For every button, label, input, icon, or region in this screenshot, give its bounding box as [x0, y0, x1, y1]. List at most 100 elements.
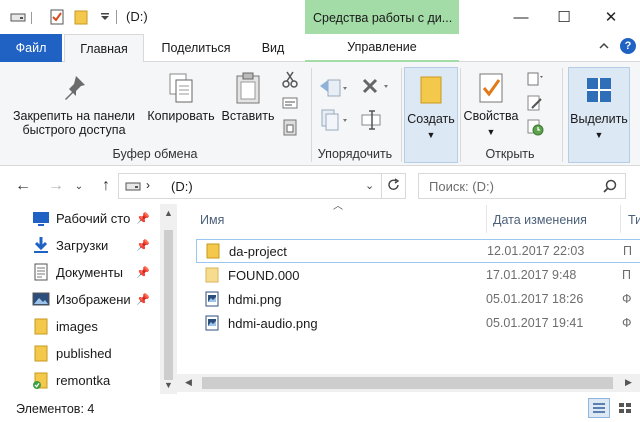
- folder-icon: [34, 345, 48, 362]
- properties-icon: [479, 73, 503, 103]
- group-separator: [460, 68, 461, 162]
- address-dropdown-icon[interactable]: ⌄: [365, 179, 374, 192]
- file-row[interactable]: hdmi-audio.png 05.01.2017 19:41 Ф: [196, 311, 640, 335]
- file-name: hdmi-audio.png: [228, 315, 318, 331]
- pin-icon: 📌: [136, 293, 150, 306]
- scroll-left-icon[interactable]: ◀: [185, 377, 192, 388]
- history-icon[interactable]: [526, 118, 544, 136]
- copy-to-button[interactable]: [316, 106, 350, 134]
- large-icons-view-icon: [619, 403, 631, 413]
- pin-label-line-2: быстрого доступа: [22, 123, 126, 137]
- cut-icon[interactable]: [281, 70, 299, 88]
- chevron-up-icon[interactable]: [598, 40, 612, 54]
- refresh-icon[interactable]: [387, 178, 401, 195]
- tab-file[interactable]: Файл: [0, 34, 62, 62]
- nav-scroll-thumb[interactable]: [164, 230, 173, 380]
- caret-down-icon: ▼: [486, 127, 496, 137]
- nav-item-published[interactable]: published: [32, 340, 112, 366]
- nav-item-label: Изображени: [56, 291, 131, 307]
- new-folder-icon: [420, 76, 442, 104]
- properties-button[interactable]: Свойства ▼: [462, 72, 520, 139]
- column-separator[interactable]: [486, 205, 487, 233]
- properties-icon[interactable]: [48, 8, 66, 26]
- rename-icon: [361, 110, 381, 130]
- title-separator: [116, 10, 117, 24]
- search-box[interactable]: Поиск: (D:): [418, 173, 626, 199]
- copy-path-icon[interactable]: [281, 94, 299, 112]
- scroll-right-icon[interactable]: ▶: [625, 377, 632, 388]
- delete-icon: [362, 78, 388, 94]
- tab-share[interactable]: Поделиться: [148, 34, 244, 62]
- nav-item-documents[interactable]: Документы 📌: [32, 259, 150, 285]
- maximize-button[interactable]: ☐: [541, 0, 587, 34]
- download-icon: [34, 237, 48, 253]
- forward-arrow-icon[interactable]: →: [45, 176, 67, 196]
- copy-button[interactable]: Копировать: [144, 72, 218, 123]
- tab-view[interactable]: Вид: [248, 34, 298, 62]
- nav-scrollbar[interactable]: ▲ ▼: [160, 204, 177, 394]
- pin-icon: 📌: [136, 239, 150, 252]
- group-separator: [562, 68, 563, 162]
- folder-icon: [34, 318, 48, 335]
- help-icon[interactable]: ?: [620, 38, 636, 54]
- pin-icon: 📌: [136, 212, 150, 225]
- pin-to-quick-access-button[interactable]: Закрепить на панели быстрого доступа: [6, 72, 142, 137]
- column-header-date[interactable]: Дата изменения: [493, 207, 618, 233]
- image-file-icon: [205, 291, 219, 307]
- move-to-icon: [320, 79, 347, 97]
- customize-quick-access-icon[interactable]: [96, 8, 114, 26]
- caret-down-icon: ▼: [426, 130, 436, 140]
- minimize-button[interactable]: —: [498, 0, 544, 34]
- edit-icon[interactable]: [526, 94, 544, 112]
- pin-icon: 📌: [136, 266, 150, 279]
- large-icons-view-button[interactable]: [614, 398, 636, 418]
- column-header-name[interactable]: Имя: [200, 207, 480, 233]
- paste-button[interactable]: Вставить: [220, 72, 276, 123]
- tab-home[interactable]: Главная: [64, 34, 144, 63]
- up-arrow-icon[interactable]: ↑: [95, 176, 117, 196]
- nav-item-label: remontka: [56, 372, 111, 388]
- search-input[interactable]: Поиск: (D:): [429, 179, 494, 194]
- recent-locations-chevron-icon[interactable]: ⌄: [68, 176, 90, 196]
- delete-button[interactable]: [358, 72, 392, 102]
- select-all-icon: [587, 78, 611, 102]
- status-bar: [0, 394, 640, 422]
- paste-shortcut-icon[interactable]: [281, 118, 299, 136]
- nav-item-images[interactable]: images: [32, 313, 98, 339]
- file-row[interactable]: hdmi.png 05.01.2017 18:26 Ф: [196, 287, 640, 311]
- new-folder-icon[interactable]: [72, 8, 90, 26]
- open-icon[interactable]: [526, 70, 544, 88]
- new-item-button[interactable]: Создать ▼: [404, 67, 458, 163]
- tab-manage[interactable]: Управление: [305, 34, 459, 62]
- file-row[interactable]: FOUND.000 17.01.2017 9:48 П: [196, 263, 640, 287]
- scroll-up-icon[interactable]: ▲: [164, 208, 173, 218]
- back-arrow-icon[interactable]: ←: [12, 176, 34, 196]
- move-to-button[interactable]: [316, 72, 350, 102]
- nav-item-downloads[interactable]: Загрузки 📌: [32, 232, 150, 258]
- nav-item-desktop[interactable]: Рабочий сто 📌: [32, 205, 150, 231]
- nav-item-pictures[interactable]: Изображени 📌: [32, 286, 150, 312]
- pin-label-line-1: Закрепить на панели: [12, 109, 136, 123]
- horizontal-scroll-thumb[interactable]: [202, 377, 613, 389]
- image-file-icon: [205, 315, 219, 331]
- address-bar[interactable]: › (D:) ⌄: [118, 173, 406, 199]
- group-separator: [401, 68, 402, 162]
- details-view-button[interactable]: [588, 398, 610, 418]
- search-icon[interactable]: [603, 179, 617, 196]
- file-type: Ф: [622, 292, 632, 306]
- group-label-organize: Упорядочить: [317, 147, 393, 161]
- breadcrumb-path[interactable]: (D:): [171, 179, 193, 194]
- file-row[interactable]: da-project 12.01.2017 22:03 П: [196, 239, 640, 263]
- rename-button[interactable]: [358, 106, 392, 134]
- folder-icon: [206, 243, 220, 259]
- file-name: hdmi.png: [228, 291, 282, 307]
- pictures-icon: [32, 292, 50, 306]
- breadcrumb-chevron-icon[interactable]: ›: [146, 178, 150, 192]
- nav-item-remontka[interactable]: remontka: [32, 367, 110, 393]
- close-button[interactable]: ✕: [588, 0, 634, 34]
- select-button[interactable]: Выделить ▼: [568, 67, 630, 163]
- column-header-type[interactable]: Ти: [628, 207, 640, 233]
- desktop-icon: [33, 212, 49, 226]
- column-separator[interactable]: [620, 205, 621, 233]
- scroll-down-icon[interactable]: ▼: [164, 380, 173, 390]
